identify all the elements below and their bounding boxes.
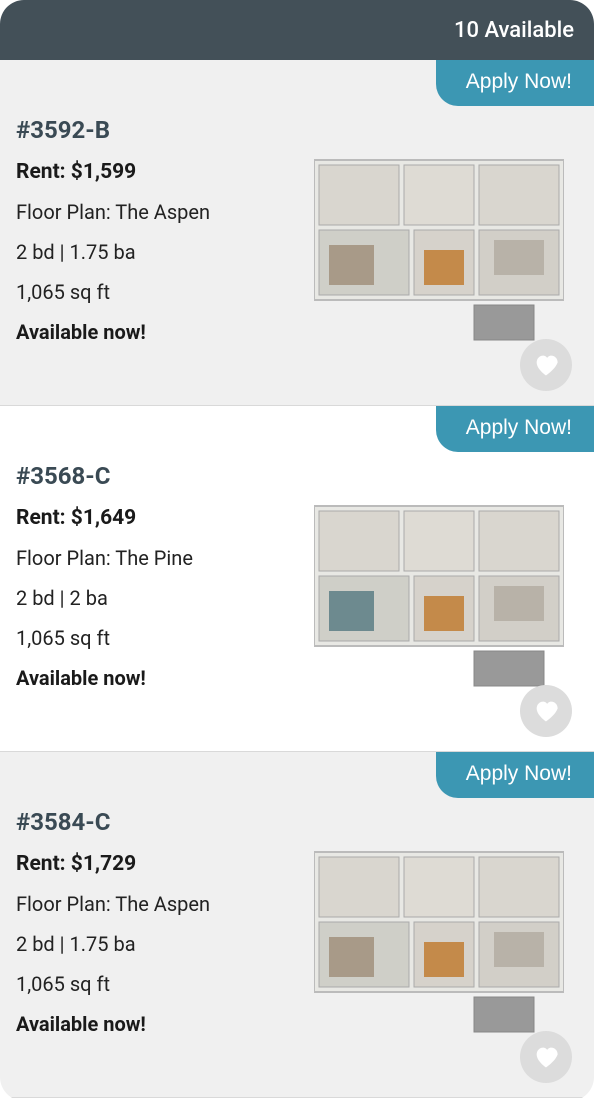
favorite-button[interactable] bbox=[520, 1031, 572, 1083]
header-bar: 10 Available bbox=[0, 0, 594, 60]
apply-now-button[interactable]: Apply Now! bbox=[436, 406, 594, 452]
unit-id: #3584-C bbox=[16, 808, 296, 836]
unit-id: #3568-C bbox=[16, 462, 296, 490]
favorite-button[interactable] bbox=[520, 685, 572, 737]
sqft-line: 1,065 sq ft bbox=[16, 972, 296, 996]
listing-info: #3584-C Rent: $1,729 Floor Plan: The Asp… bbox=[16, 780, 296, 1036]
available-count: 10 Available bbox=[454, 18, 574, 43]
availability-line: Available now! bbox=[16, 1012, 296, 1036]
listing-info: #3568-C Rent: $1,649 Floor Plan: The Pin… bbox=[16, 434, 296, 690]
listings-scroll[interactable]: Apply Now! #3592-B Rent: $1,599 Floor Pl… bbox=[0, 60, 594, 1101]
rent-line: Rent: $1,599 bbox=[16, 160, 296, 184]
beds-baths-line: 2 bd | 2 ba bbox=[16, 586, 296, 610]
heart-icon bbox=[532, 351, 560, 379]
listing-card[interactable]: Apply Now! #3568-C Rent: $1,649 Floor Pl… bbox=[0, 406, 594, 752]
heart-icon bbox=[532, 697, 560, 725]
unit-id: #3592-B bbox=[16, 116, 296, 144]
sqft-line: 1,065 sq ft bbox=[16, 626, 296, 650]
sqft-line: 1,065 sq ft bbox=[16, 280, 296, 304]
listing-card[interactable]: Apply Now! #3592-B Rent: $1,599 Floor Pl… bbox=[0, 60, 594, 406]
floor-plan-line: Floor Plan: The Aspen bbox=[16, 892, 296, 916]
rent-line: Rent: $1,649 bbox=[16, 506, 296, 530]
availability-line: Available now! bbox=[16, 320, 296, 344]
availability-line: Available now! bbox=[16, 666, 296, 690]
floor-plan-line: Floor Plan: The Pine bbox=[16, 546, 296, 570]
beds-baths-line: 2 bd | 1.75 ba bbox=[16, 240, 296, 264]
apply-now-button[interactable]: Apply Now! bbox=[436, 752, 594, 798]
floorplan-image bbox=[314, 140, 564, 350]
floorplan-image bbox=[314, 832, 564, 1042]
floor-plan-line: Floor Plan: The Aspen bbox=[16, 200, 296, 224]
heart-icon bbox=[532, 1043, 560, 1071]
apply-now-button[interactable]: Apply Now! bbox=[436, 60, 594, 106]
listing-card[interactable]: Apply Now! #3584-C Rent: $1,729 Floor Pl… bbox=[0, 752, 594, 1098]
app-container: 10 Available Apply Now! #3592-B Rent: $1… bbox=[0, 0, 594, 1101]
listing-info: #3592-B Rent: $1,599 Floor Plan: The Asp… bbox=[16, 88, 296, 344]
floorplan-image bbox=[314, 486, 564, 696]
beds-baths-line: 2 bd | 1.75 ba bbox=[16, 932, 296, 956]
favorite-button[interactable] bbox=[520, 339, 572, 391]
rent-line: Rent: $1,729 bbox=[16, 852, 296, 876]
